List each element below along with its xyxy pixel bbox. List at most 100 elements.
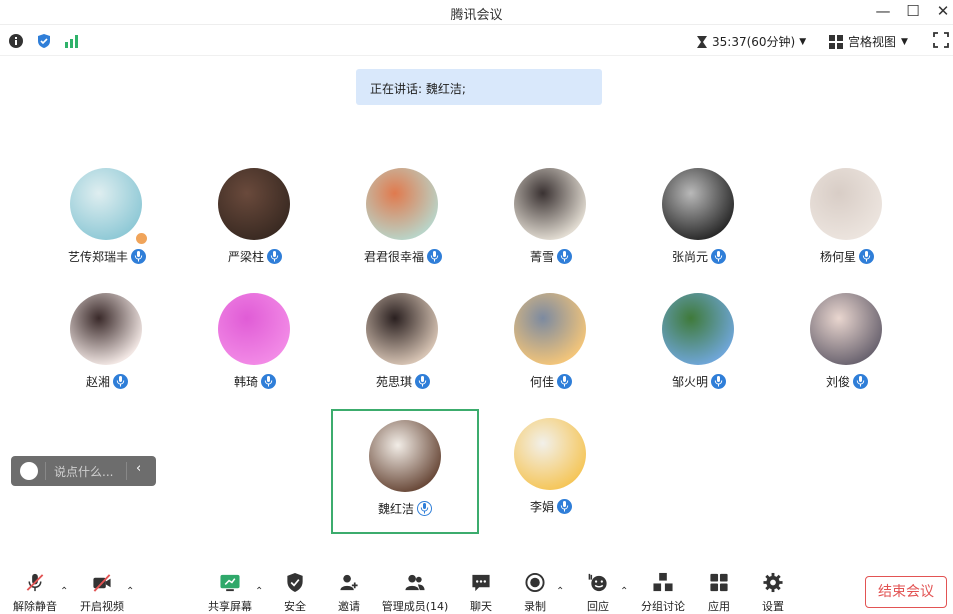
close-button[interactable]: ✕ (933, 2, 953, 20)
meeting-info-bar: 35:37(60分钟) ▼ 宫格视图 ▼ (0, 26, 953, 56)
chat-button[interactable]: 聊天 (466, 566, 496, 614)
record-options-caret[interactable]: ⌃ (556, 586, 564, 597)
avatar (369, 420, 441, 492)
mic-icon (261, 374, 276, 389)
security-button[interactable]: 安全 (280, 566, 310, 614)
record-button[interactable]: 录制 (520, 566, 550, 614)
chat-label: 聊天 (470, 600, 492, 613)
start-video-label: 开启视频 (80, 600, 124, 613)
participant-name: 刘俊 (825, 375, 850, 389)
mic-icon (267, 249, 282, 264)
participant-tile[interactable]: 杨何星 (774, 168, 920, 292)
participant-name: 韩琦 (233, 375, 258, 389)
collapse-chat-icon[interactable]: ‹ (136, 461, 141, 476)
info-icon[interactable] (8, 33, 24, 49)
settings-button[interactable]: 设置 (758, 566, 788, 614)
unmute-label: 解除静音 (13, 600, 57, 613)
chevron-down-icon: ▼ (901, 36, 908, 47)
chat-quick-input[interactable]: 说点什么... ‹ (11, 456, 156, 486)
shield-icon (287, 572, 303, 593)
camera-off-icon (93, 574, 111, 592)
view-mode-selector[interactable]: 宫格视图 ▼ (829, 33, 908, 50)
participant-name-line: 君君很幸福 (330, 248, 476, 265)
avatar (366, 168, 438, 240)
react-label: 回应 (587, 600, 609, 613)
react-options-caret[interactable]: ⌃ (620, 586, 628, 597)
participant-name-line: 艺传郑瑞丰 (34, 248, 180, 265)
breakout-icon (653, 572, 673, 592)
avatar (662, 293, 734, 365)
mic-muted-icon (26, 573, 44, 592)
participant-name: 邹火明 (671, 375, 708, 389)
fullscreen-icon[interactable] (933, 32, 949, 48)
participant-tile[interactable]: 刘俊 (774, 293, 920, 417)
breakout-label: 分组讨论 (641, 600, 685, 613)
chevron-down-icon: ▼ (799, 36, 807, 47)
participant-tile[interactable]: 严梁柱 (182, 168, 328, 292)
participant-name-line: 何佳 (478, 373, 624, 390)
host-badge-icon (134, 231, 149, 246)
avatar (810, 293, 882, 365)
mic-icon (557, 499, 572, 514)
start-video-button[interactable]: 开启视频 (78, 566, 126, 614)
meeting-timer[interactable]: 35:37(60分钟) ▼ (696, 33, 806, 50)
unmute-button[interactable]: 解除静音 (12, 566, 58, 614)
participant-name: 李娟 (529, 500, 554, 514)
invite-button[interactable]: 邀请 (334, 566, 364, 614)
avatar (218, 293, 290, 365)
participant-tile[interactable]: 苑思琪 (330, 293, 476, 417)
breakout-rooms-button[interactable]: 分组讨论 (638, 566, 688, 614)
manage-members-button[interactable]: 管理成员(14) (381, 566, 449, 614)
participant-tile-active-speaker[interactable]: 魏红洁 (331, 409, 479, 534)
mic-icon (859, 249, 874, 264)
shield-icon[interactable] (36, 33, 52, 49)
security-label: 安全 (284, 600, 306, 613)
mic-icon (557, 249, 572, 264)
members-icon (405, 574, 425, 591)
avatar (218, 168, 290, 240)
audio-options-caret[interactable]: ⌃ (60, 586, 68, 597)
participant-tile[interactable]: 君君很幸福 (330, 168, 476, 292)
mic-icon (415, 374, 430, 389)
end-meeting-button[interactable]: 结束会议 (865, 576, 947, 608)
share-screen-icon (220, 574, 240, 592)
avatar (662, 168, 734, 240)
invite-user-icon (340, 574, 358, 591)
participant-tile[interactable]: 张尚元 (626, 168, 772, 292)
participant-name-line: 严梁柱 (182, 248, 328, 265)
apps-button[interactable]: 应用 (704, 566, 734, 614)
share-screen-button[interactable]: 共享屏幕 (205, 566, 255, 614)
manage-members-label: 管理成员(14) (381, 600, 449, 613)
participant-tile[interactable]: 菁雪 (478, 168, 624, 292)
chat-bubble-icon (472, 574, 490, 592)
maximize-button[interactable]: ☐ (903, 2, 923, 20)
participant-name: 何佳 (529, 375, 554, 389)
invite-label: 邀请 (338, 600, 360, 613)
participant-name-line: 菁雪 (478, 248, 624, 265)
participant-name-line: 韩琦 (182, 373, 328, 390)
minimize-button[interactable]: — (873, 2, 893, 20)
participant-name: 菁雪 (529, 250, 554, 264)
record-label: 录制 (524, 600, 546, 613)
share-screen-label: 共享屏幕 (208, 600, 252, 613)
participant-tile[interactable]: 赵湘 (34, 293, 180, 417)
record-icon (525, 572, 545, 593)
mic-icon (853, 374, 868, 389)
signal-icon[interactable] (64, 33, 80, 49)
react-button[interactable]: 回应 (583, 566, 613, 614)
share-options-caret[interactable]: ⌃ (255, 586, 263, 597)
participant-name-line: 张尚元 (626, 248, 772, 265)
emoji-icon[interactable] (20, 462, 38, 480)
participant-tile[interactable]: 李娟 (478, 418, 624, 542)
participant-tile[interactable]: 韩琦 (182, 293, 328, 417)
participant-tile[interactable]: 何佳 (478, 293, 624, 417)
avatar (514, 168, 586, 240)
participant-name: 张尚元 (671, 250, 708, 264)
mic-icon (417, 501, 432, 516)
participant-tile[interactable]: 邹火明 (626, 293, 772, 417)
participant-tile[interactable]: 艺传郑瑞丰 (34, 168, 180, 292)
settings-label: 设置 (762, 600, 784, 613)
avatar (70, 168, 142, 240)
video-options-caret[interactable]: ⌃ (126, 586, 134, 597)
participant-name-line: 杨何星 (774, 248, 920, 265)
